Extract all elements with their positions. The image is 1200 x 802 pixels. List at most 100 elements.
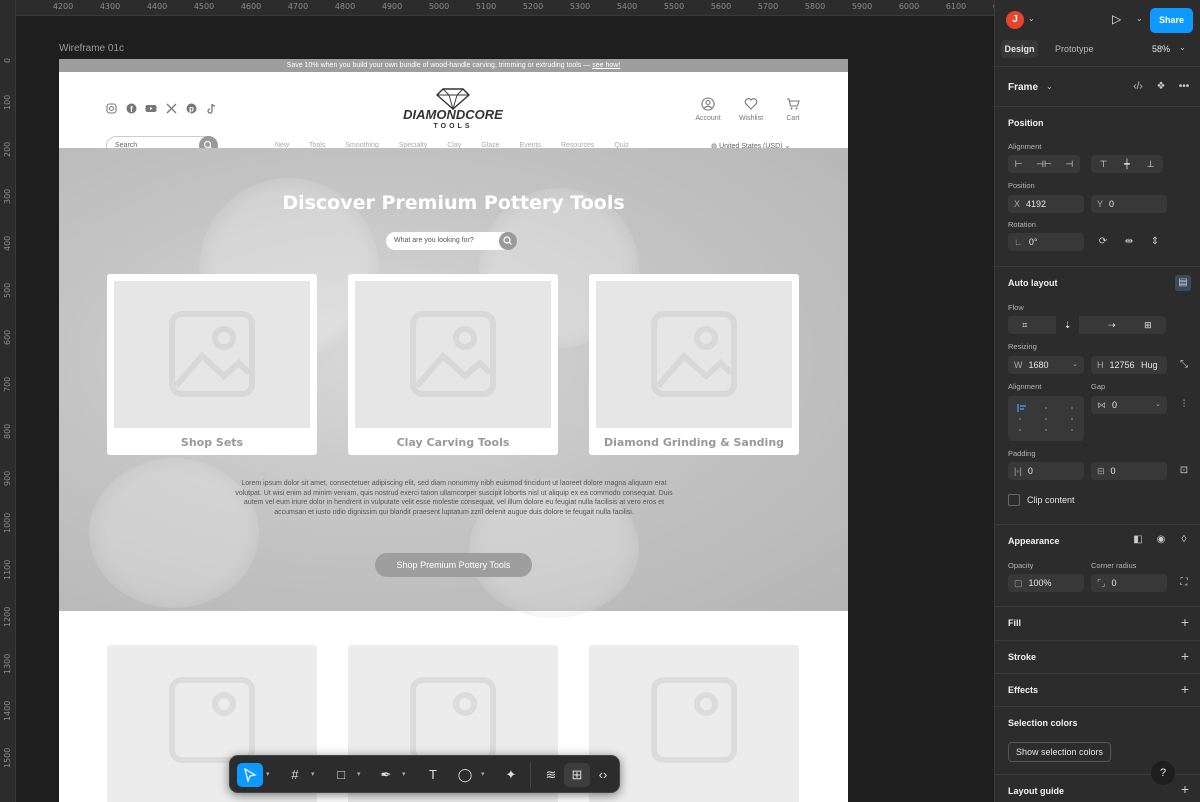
wishlist-link[interactable]: Wishlist [731,97,771,122]
y-field[interactable]: Y0 [1091,195,1167,213]
brand-logo[interactable]: DIAMONDCORE TOOLS [379,87,527,131]
hero-search-button[interactable] [499,232,517,250]
dev-mode-button[interactable]: ‹› [590,763,616,787]
chevron-down-icon[interactable]: ▾ [402,770,406,778]
flip-horizontal-icon[interactable]: ⇹ [1121,234,1137,250]
pinterest-icon[interactable]: p [185,103,197,115]
move-tool-button[interactable] [237,763,263,787]
chevron-down-icon[interactable]: ⌄ [1179,43,1186,52]
corner-radius-value: 0 [1111,578,1117,588]
ruler-tick-label: 1500 [3,747,12,768]
layout-settings-icon[interactable]: ⫶ [1176,397,1192,413]
instagram-icon[interactable] [105,103,117,115]
ruler-tick-label: 4900 [381,2,403,11]
component-icon[interactable]: ❖ [1153,79,1169,95]
play-icon[interactable]: ▷ [1112,12,1121,26]
layer-type-label[interactable]: Frame [1008,82,1038,93]
wireframe-frame[interactable]: Save 10% when you build your own bundle … [59,59,848,802]
x-icon[interactable] [165,103,177,115]
width-value: 1680 [1028,360,1049,370]
image-icon [651,677,737,763]
height-value: 12756 [1109,360,1135,370]
code-icon[interactable]: ‹/› [1130,79,1146,95]
hero-title: Discover Premium Pottery Tools [282,192,625,214]
ai-tool-button[interactable]: ✦ [498,763,524,787]
opacity-field[interactable]: ▢ 100% [1008,574,1084,592]
rectangle-tool-button[interactable]: □ [328,763,354,787]
corner-radius-field[interactable]: ⌜⌟ 0 [1091,574,1167,592]
pen-tool-button[interactable]: ✒ [373,763,399,787]
add-effect-icon[interactable]: + [1181,681,1189,697]
opacity-icon: ▢ [1014,578,1023,588]
flow-toggle-group[interactable]: ⌗ ⇣ ⇢ ⊞ [1008,316,1166,334]
auto-layout-icon[interactable]: ▤ [1175,275,1191,291]
design-canvas[interactable]: 4200 4300 4400 4500 4600 4700 4800 4900 5000 5100… [0,0,994,802]
blend-mode-icon[interactable]: ◊ [1176,532,1192,548]
rotation-field[interactable]: ∟ 0° [1008,233,1084,251]
chevron-down-icon[interactable]: ▾ [311,770,315,778]
vertical-padding-field[interactable]: ⊟ 0 [1091,462,1167,480]
alignment-grid[interactable] [1008,396,1084,441]
text-tool-button[interactable]: T [420,763,446,787]
tab-prototype[interactable]: Prototype [1055,44,1094,54]
category-card[interactable]: Shop Sets [107,274,317,455]
card-label: Diamond Grinding & Sanding [603,436,785,449]
tiktok-icon[interactable] [205,103,217,115]
svg-text:p: p [189,105,194,114]
chevron-down-icon[interactable]: ⌄ [1028,14,1035,23]
chevron-down-icon[interactable]: ▾ [266,770,270,778]
add-fill-icon[interactable]: + [1181,614,1189,630]
account-link[interactable]: Account [688,97,728,122]
rotate-icon[interactable]: ⟳ [1095,234,1111,250]
chevron-down-icon[interactable]: ▾ [481,770,485,778]
more-icon[interactable]: ••• [1176,79,1192,95]
width-field[interactable]: W 1680 ⌄ [1008,356,1084,374]
x-field[interactable]: X 4192 [1008,195,1084,213]
frame-tool-button[interactable]: # [282,763,308,787]
hero-search-input[interactable]: What are you looking for? [386,232,517,250]
clip-content-checkbox[interactable] [1008,494,1020,506]
independent-corners-icon[interactable]: ⛶ [1176,575,1192,591]
draw-mode-button[interactable]: ≋ [538,763,564,787]
cart-link[interactable]: Cart [773,97,813,122]
frame-label[interactable]: Wireframe 01c [59,43,124,54]
vertical-align-group[interactable]: ⊤ ┿ ⊥ [1091,155,1163,173]
padding-settings-icon[interactable]: ⊡ [1176,463,1192,479]
tab-design[interactable]: Design [1001,40,1038,58]
show-selection-colors-button[interactable]: Show selection colors [1008,742,1112,762]
add-layout-guide-icon[interactable]: + [1181,781,1189,797]
chevron-down-icon[interactable]: ⌄ [1046,82,1053,91]
facebook-icon[interactable]: f [125,103,137,115]
share-button[interactable]: Share [1150,8,1193,33]
chevron-down-icon[interactable]: ⌄ [1136,14,1143,23]
comment-tool-button[interactable]: ◯ [452,763,478,787]
flip-vertical-icon[interactable]: ⇕ [1147,234,1163,250]
gap-field[interactable]: ⋈ 0 ⌄ [1091,396,1167,414]
horizontal-padding-field[interactable]: |◦| 0 [1008,462,1084,480]
category-card[interactable]: Diamond Grinding & Sanding [589,274,799,455]
zoom-level[interactable]: 58% [1152,44,1170,54]
chevron-down-icon: ⌄ [1072,361,1078,368]
eye-icon[interactable]: ◉ [1153,532,1169,548]
design-mode-button[interactable]: ⊞ [564,763,590,787]
ruler-tick-label: 100 [3,94,12,110]
account-label: Account [695,115,721,122]
category-card[interactable]: Clay Carving Tools [348,274,558,455]
horizontal-align-group[interactable]: ⊢ ⊣⊢ ⊣ [1008,155,1080,173]
add-stroke-icon[interactable]: + [1181,648,1189,664]
youtube-icon[interactable] [145,103,157,115]
position-section: Position Alignment ⊢ ⊣⊢ ⊣ ⊤ ┿ ⊥ Position X 41… [995,106,1200,266]
variable-icon[interactable]: ◧ [1130,532,1146,548]
flow-horizontal-icon: ⇢ [1108,320,1116,330]
promo-link[interactable]: see how! [592,62,620,69]
product-card-placeholder[interactable] [589,645,799,802]
logo-wordmark: DIAMONDCORE [403,107,503,122]
resize-icon[interactable]: ⤡ [1176,357,1192,373]
stroke-section: Stroke + [995,640,1200,673]
help-button[interactable]: ? [1151,761,1175,785]
hero-cta-button[interactable]: Shop Premium Pottery Tools [375,553,532,577]
avatar[interactable]: J [1006,11,1024,29]
height-field[interactable]: H 12756 Hug [1091,356,1167,374]
chevron-down-icon[interactable]: ▾ [357,770,361,778]
ruler-tick-label: 800 [3,423,12,439]
